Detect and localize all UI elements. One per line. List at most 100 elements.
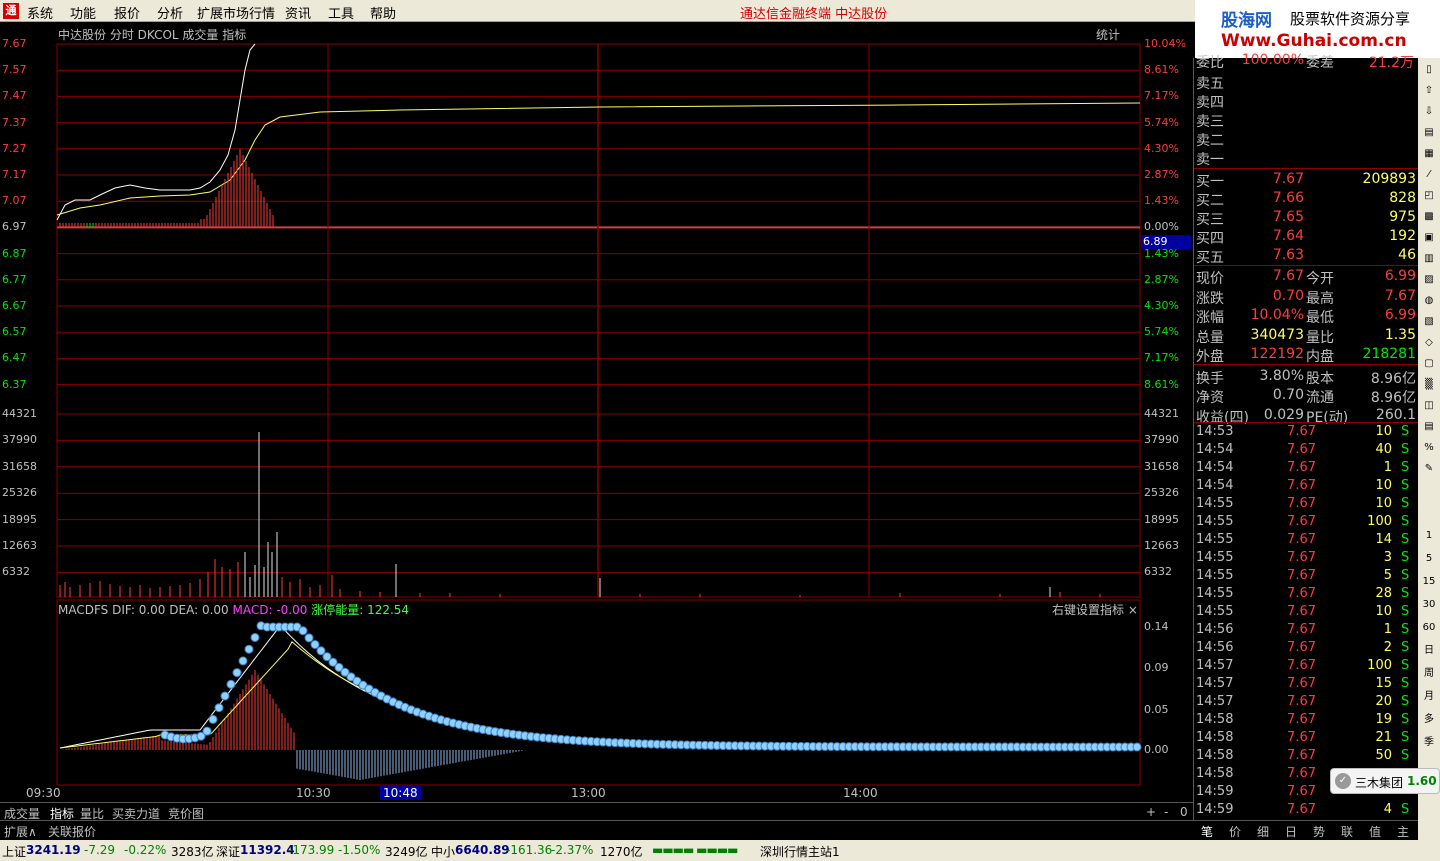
toolbar-icon[interactable]: ◰ <box>1421 188 1437 204</box>
pct-tick-label: 8.61% <box>1144 377 1179 391</box>
tick-volume: 40 <box>1375 442 1392 457</box>
period-button[interactable]: 15 <box>1421 574 1437 590</box>
app-logo-icon: 通 <box>3 3 19 19</box>
sh-value: 3241.19 <box>26 843 81 857</box>
menu-item-analysis[interactable]: 分析 <box>157 3 183 22</box>
tick-price: 7.67 <box>1287 766 1316 781</box>
tab-related-quote[interactable]: 关联报价 <box>48 823 96 840</box>
toolbar-icon[interactable]: ▨ <box>1421 272 1437 288</box>
toolbar-icon[interactable]: ▦ <box>1421 146 1437 162</box>
zoom-in-button[interactable]: + <box>1146 805 1156 819</box>
tick-price: 7.67 <box>1287 622 1316 637</box>
toolbar-icon[interactable]: ▢ <box>1421 356 1437 372</box>
macd-dea: DEA: 0.00 <box>169 603 229 617</box>
sell-level-label: 卖二 <box>1196 133 1224 149</box>
stat-value-2: 7.67 <box>1384 287 1416 304</box>
right-tab[interactable]: 联 <box>1341 823 1353 840</box>
toolbar-icon[interactable]: % <box>1421 440 1437 456</box>
menu-item-ext-market[interactable]: 扩展市场行情 <box>197 3 275 22</box>
toolbar-icon[interactable]: ◫ <box>1421 398 1437 414</box>
right-tab[interactable]: 笔 <box>1201 823 1213 840</box>
stat-label: 外盘 <box>1196 349 1224 365</box>
stat-value: 0.70 <box>1272 387 1304 403</box>
menu-item-quote[interactable]: 报价 <box>114 3 140 22</box>
sh-name: 上证 <box>2 845 27 859</box>
toolbar-icon[interactable]: ⁄ <box>1421 167 1437 183</box>
toolbar-icon[interactable]: ◍ <box>1421 293 1437 309</box>
pct-tick-label: 7.17% <box>1144 89 1179 103</box>
stock-badge[interactable]: ✓ 三木集团 1.60 <box>1330 768 1440 794</box>
right-tab[interactable]: 日 <box>1285 823 1297 840</box>
period-button[interactable]: 月 <box>1421 689 1437 705</box>
zx-pct: -2.37% <box>551 843 594 857</box>
toolbar-icon[interactable]: ⇧ <box>1421 83 1437 99</box>
right-tab[interactable]: 细 <box>1257 823 1269 840</box>
toolbar-icon[interactable]: ▩ <box>1421 209 1437 225</box>
zx-change: -161.36 <box>506 843 553 857</box>
zoom-reset-button[interactable]: 0 <box>1180 805 1188 819</box>
tick-row: 14:55 7.67 28 S <box>1194 586 1419 605</box>
buy-level-label: 买一 <box>1196 174 1224 190</box>
price-tick-label: 7.47 <box>2 89 27 103</box>
period-button[interactable]: 60 <box>1421 620 1437 636</box>
buy-level-volume: 192 <box>1389 228 1416 244</box>
menu-item-news[interactable]: 资讯 <box>285 3 311 22</box>
dif-line <box>59 624 1137 749</box>
period-button[interactable]: 日 <box>1421 643 1437 659</box>
right-tab[interactable]: 价 <box>1229 823 1241 840</box>
tick-side: S <box>1401 802 1410 817</box>
stat-button[interactable]: 统计 <box>1096 26 1120 43</box>
period-button[interactable]: 周 <box>1421 666 1437 682</box>
menu-item-tools[interactable]: 工具 <box>328 3 354 22</box>
tick-time: 14:57 <box>1196 658 1234 673</box>
sh-pct: -0.22% <box>124 843 167 857</box>
period-button[interactable]: 30 <box>1421 597 1437 613</box>
buy-level-label: 买五 <box>1196 250 1224 266</box>
tick-side: S <box>1401 514 1410 529</box>
check-icon: ✓ <box>1335 773 1351 789</box>
toolbar-icon[interactable]: ⇩ <box>1421 104 1437 120</box>
tick-time: 14:55 <box>1196 604 1234 619</box>
divider <box>1194 422 1419 423</box>
tick-price: 7.67 <box>1287 712 1316 727</box>
sh-amount: 3283亿 <box>171 845 214 859</box>
toolbar-icon[interactable]: ▣ <box>1421 230 1437 246</box>
period-button[interactable]: 多 <box>1421 712 1437 728</box>
stat-value: 122192 <box>1250 346 1304 362</box>
intraday-chart[interactable] <box>0 22 1193 802</box>
toolbar-icon[interactable]: ◇ <box>1421 335 1437 351</box>
period-button[interactable]: 季 <box>1421 735 1437 751</box>
toolbar-icon[interactable]: ▧ <box>1421 314 1437 330</box>
stat-value: 340473 <box>1250 326 1304 343</box>
tick-side: S <box>1401 640 1410 655</box>
tick-row: 14:55 7.67 5 S <box>1194 568 1419 587</box>
tick-row: 14:55 7.67 3 S <box>1194 550 1419 569</box>
pct-tick-label: 1.43% <box>1144 194 1179 208</box>
stat-value: 0.70 <box>1272 287 1304 304</box>
toolbar-icon[interactable]: ▥ <box>1421 251 1437 267</box>
right-tab[interactable]: 主 <box>1397 823 1409 840</box>
weici-label: 委差 <box>1306 55 1334 71</box>
period-button[interactable]: 1 <box>1421 528 1437 544</box>
tab-expand[interactable]: 扩展∧ <box>4 823 37 840</box>
toolbar-icon[interactable]: ▤ <box>1421 125 1437 141</box>
energy-bead <box>232 668 242 678</box>
macd-tick-label: 0.09 <box>1144 661 1169 674</box>
tick-volume: 10 <box>1375 604 1392 619</box>
tick-price: 7.67 <box>1287 568 1316 583</box>
period-button[interactable]: 5 <box>1421 551 1437 567</box>
right-tab[interactable]: 值 <box>1369 823 1381 840</box>
tick-row: 14:55 7.67 14 S <box>1194 532 1419 551</box>
right-tab[interactable]: 势 <box>1313 823 1325 840</box>
price-tick-label: 7.07 <box>2 194 27 208</box>
menu-item-help[interactable]: 帮助 <box>370 3 396 22</box>
menu-item-function[interactable]: 功能 <box>70 3 96 22</box>
toolbar-icon[interactable]: ▤ <box>1421 419 1437 435</box>
toolbar-icon[interactable]: ✎ <box>1421 461 1437 477</box>
zoom-out-button[interactable]: - <box>1164 805 1168 819</box>
toolbar-icon[interactable]: ▯ <box>1421 62 1437 78</box>
indicator-settings-hint[interactable]: 右键设置指标 × <box>1052 601 1138 618</box>
tick-side: S <box>1401 712 1410 727</box>
menu-item-system[interactable]: 系统 <box>27 3 53 22</box>
toolbar-icon[interactable]: ▒ <box>1421 377 1437 393</box>
